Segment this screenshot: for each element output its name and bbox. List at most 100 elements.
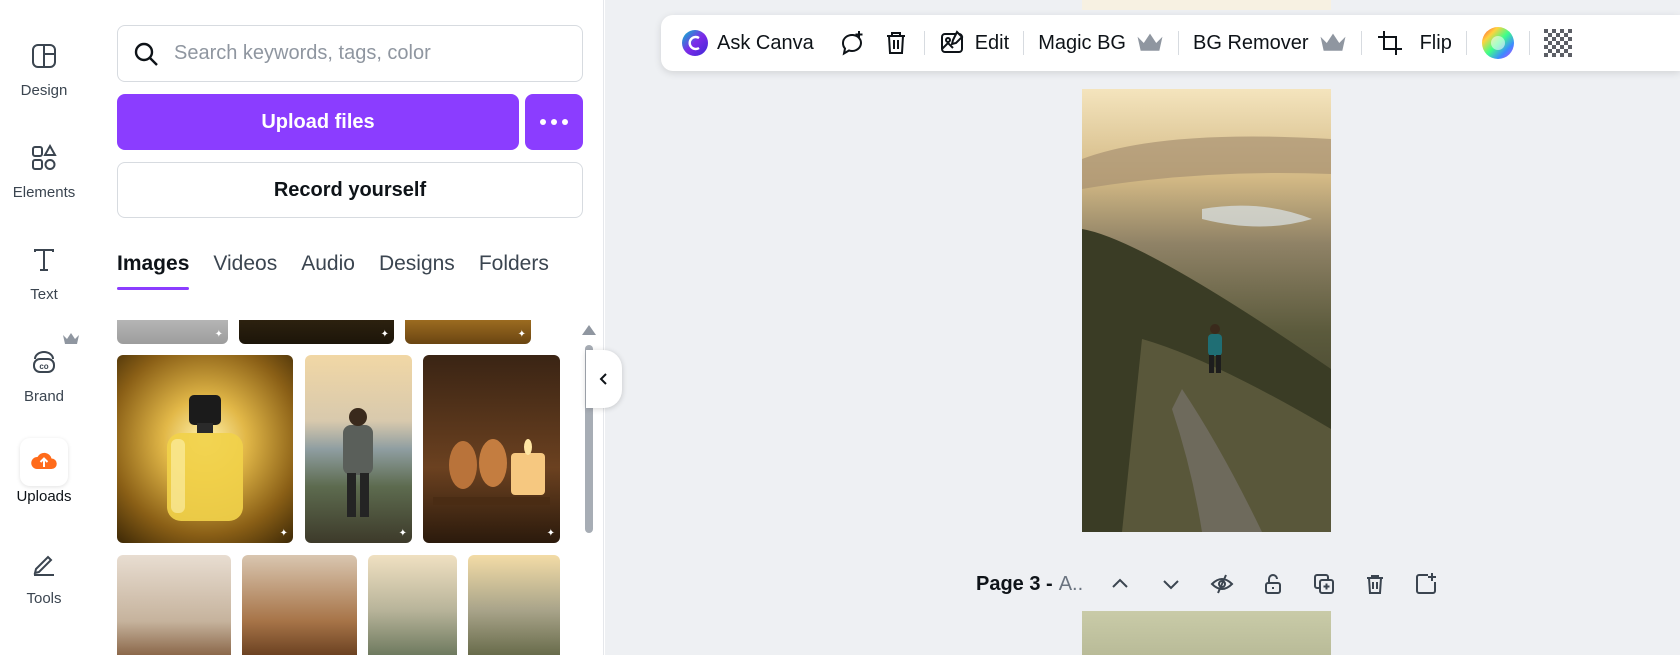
lock-page-button[interactable] bbox=[1256, 567, 1290, 601]
canva-assistant-icon bbox=[682, 30, 708, 56]
page-controls: Page 3 - A.. bbox=[976, 567, 1443, 601]
comment-add-icon bbox=[841, 31, 863, 56]
crop-icon bbox=[1377, 31, 1402, 55]
rail-item-design[interactable]: Design bbox=[0, 32, 88, 122]
sparkle-icon: ✦ bbox=[214, 329, 223, 340]
transparency-button[interactable] bbox=[1536, 22, 1580, 64]
candle-illustration bbox=[433, 439, 550, 505]
crown-icon bbox=[1137, 33, 1163, 51]
rail-label-uploads: Uploads bbox=[16, 488, 72, 505]
unlock-icon bbox=[1265, 574, 1282, 594]
move-page-down-button[interactable] bbox=[1154, 567, 1188, 601]
move-page-up-button[interactable] bbox=[1103, 567, 1137, 601]
record-yourself-button[interactable]: Record yourself bbox=[117, 162, 583, 218]
edit-label: Edit bbox=[974, 31, 1010, 54]
transparency-checker-icon bbox=[1543, 29, 1572, 57]
image-thumbnail[interactable] bbox=[117, 555, 231, 655]
scroll-up-arrow-icon[interactable] bbox=[582, 325, 596, 335]
edit-image-button[interactable]: Edit bbox=[931, 22, 1017, 64]
brand-icon: co bbox=[20, 338, 68, 386]
flip-label: Flip bbox=[1419, 31, 1452, 54]
tab-designs[interactable]: Designs bbox=[379, 252, 455, 290]
image-thumbnail-perfume[interactable]: ✦ bbox=[117, 355, 293, 543]
magic-bg-label: Magic BG bbox=[1038, 31, 1126, 54]
image-edit-icon bbox=[940, 30, 964, 53]
uploads-icon bbox=[20, 438, 68, 486]
color-wheel-icon bbox=[1481, 27, 1514, 59]
delete-page-button[interactable] bbox=[1358, 567, 1392, 601]
image-thumbnail[interactable]: ✦ bbox=[405, 320, 531, 344]
svg-text:co: co bbox=[39, 362, 48, 371]
search-box[interactable] bbox=[117, 25, 583, 82]
sparkle-icon: ✦ bbox=[398, 528, 407, 539]
bg-remover-label: BG Remover bbox=[1193, 31, 1309, 54]
chevron-left-icon bbox=[599, 373, 607, 385]
trash-icon bbox=[1367, 575, 1384, 594]
ask-canva-label: Ask Canva bbox=[717, 31, 814, 54]
divider bbox=[923, 31, 925, 55]
color-button[interactable] bbox=[1473, 22, 1523, 64]
crown-icon bbox=[1320, 33, 1346, 51]
dot bbox=[562, 119, 568, 125]
add-comment-button[interactable] bbox=[830, 22, 874, 64]
rail-item-tools[interactable]: Tools bbox=[0, 540, 88, 630]
previous-page-edge bbox=[1082, 0, 1331, 10]
elements-icon bbox=[20, 134, 68, 182]
image-thumbnail-candle[interactable]: ✦ bbox=[423, 355, 560, 543]
image-thumbnail[interactable] bbox=[368, 555, 457, 655]
tab-images[interactable]: Images bbox=[117, 252, 190, 290]
hide-page-button[interactable] bbox=[1205, 567, 1239, 601]
perfume-bottle-illustration bbox=[167, 395, 243, 521]
tab-videos[interactable]: Videos bbox=[213, 252, 277, 290]
page-title[interactable]: Page 3 - bbox=[976, 573, 1053, 596]
crop-button[interactable] bbox=[1368, 22, 1412, 64]
image-thumbnail[interactable] bbox=[468, 555, 560, 655]
more-options-button[interactable] bbox=[525, 94, 583, 150]
page-image-hiker-mountain[interactable] bbox=[1082, 89, 1331, 532]
eye-hidden-icon bbox=[1210, 574, 1234, 594]
image-thumbnail-hiker-back[interactable]: ✦ bbox=[305, 355, 412, 543]
media-tabs: Images Videos Audio Designs Folders bbox=[117, 252, 549, 290]
add-page-button[interactable] bbox=[1409, 567, 1443, 601]
divider bbox=[1465, 31, 1467, 55]
add-page-icon bbox=[1416, 573, 1437, 594]
tab-folders[interactable]: Folders bbox=[479, 252, 549, 290]
rail-item-text[interactable]: Text bbox=[0, 236, 88, 326]
upload-files-button[interactable]: Upload files bbox=[117, 94, 519, 150]
image-thumbnail[interactable] bbox=[242, 555, 357, 655]
rail-item-brand[interactable]: co Brand bbox=[0, 333, 88, 428]
sparkle-icon: ✦ bbox=[380, 329, 389, 340]
tab-audio[interactable]: Audio bbox=[301, 252, 355, 290]
image-thumbnail[interactable]: ✦ bbox=[117, 320, 228, 344]
hiker-illustration bbox=[343, 408, 373, 517]
page-subtitle[interactable]: A.. bbox=[1059, 573, 1083, 596]
rail-item-elements[interactable]: Elements bbox=[0, 134, 88, 224]
duplicate-page-button[interactable] bbox=[1307, 567, 1341, 601]
tools-icon bbox=[20, 540, 68, 588]
magic-bg-button[interactable]: Magic BG bbox=[1030, 22, 1172, 64]
text-icon bbox=[20, 236, 68, 284]
left-rail: Design Elements Text co Brand Uploads To… bbox=[0, 0, 88, 655]
trash-icon bbox=[886, 32, 905, 54]
image-thumbnail[interactable]: ✦ bbox=[239, 320, 394, 344]
search-icon bbox=[134, 42, 158, 66]
search-input[interactable] bbox=[174, 42, 574, 65]
divider bbox=[1178, 31, 1179, 55]
duplicate-icon bbox=[1314, 574, 1335, 594]
rail-label-design: Design bbox=[20, 82, 68, 99]
divider bbox=[1023, 31, 1025, 55]
collapse-panel-button[interactable] bbox=[586, 350, 622, 408]
chevron-down-icon bbox=[1163, 580, 1179, 590]
ask-canva-button[interactable]: Ask Canva bbox=[673, 22, 822, 64]
crown-icon bbox=[63, 333, 79, 344]
bg-remover-button[interactable]: BG Remover bbox=[1185, 22, 1355, 64]
rail-item-uploads[interactable]: Uploads bbox=[0, 438, 88, 528]
uploads-panel: Upload files Record yourself Images Vide… bbox=[88, 0, 604, 655]
flip-button[interactable]: Flip bbox=[1412, 22, 1460, 64]
sparkle-icon: ✦ bbox=[517, 329, 526, 340]
context-toolbar: Ask Canva Edit Magic BG BG Remover Flip bbox=[661, 15, 1680, 71]
chevron-up-icon bbox=[1112, 578, 1128, 588]
sparkle-icon: ✦ bbox=[546, 528, 555, 539]
delete-button[interactable] bbox=[874, 22, 918, 64]
rail-label-text: Text bbox=[30, 286, 58, 303]
